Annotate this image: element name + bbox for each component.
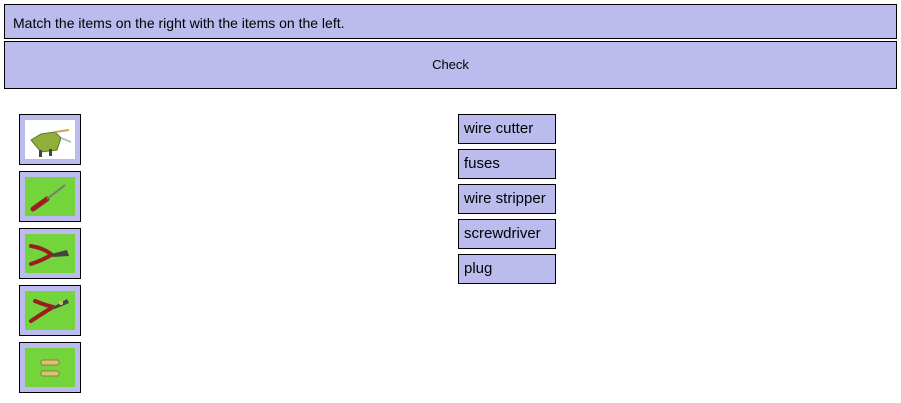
word-label: wire cutter xyxy=(464,120,534,137)
image-tile-plug[interactable] xyxy=(19,114,81,165)
image-tile-screwdriver[interactable] xyxy=(19,171,81,222)
word-tile-wire-stripper[interactable]: wire stripper xyxy=(458,184,556,214)
plug-image xyxy=(25,120,75,159)
image-tile-wire-cutter[interactable] xyxy=(19,228,81,279)
check-button[interactable]: Check xyxy=(4,41,897,89)
wire-stripper-image xyxy=(25,291,75,330)
image-tile-wire-stripper[interactable] xyxy=(19,285,81,336)
word-tile-wire-cutter[interactable]: wire cutter xyxy=(458,114,556,144)
wire-cutter-image xyxy=(25,234,75,273)
word-tile-plug[interactable]: plug xyxy=(458,254,556,284)
word-tile-screwdriver[interactable]: screwdriver xyxy=(458,219,556,249)
word-label: screwdriver xyxy=(464,225,541,242)
word-tile-fuses[interactable]: fuses xyxy=(458,149,556,179)
fuses-image xyxy=(25,348,75,387)
word-label: fuses xyxy=(464,155,500,172)
word-label: plug xyxy=(464,260,493,277)
screwdriver-image xyxy=(25,177,75,216)
instructions-bar: Match the items on the right with the it… xyxy=(4,4,897,39)
image-tile-fuses[interactable] xyxy=(19,342,81,393)
word-label: wire stripper xyxy=(464,190,546,207)
instructions-text: Match the items on the right with the it… xyxy=(13,15,345,31)
check-button-label: Check xyxy=(432,57,469,72)
